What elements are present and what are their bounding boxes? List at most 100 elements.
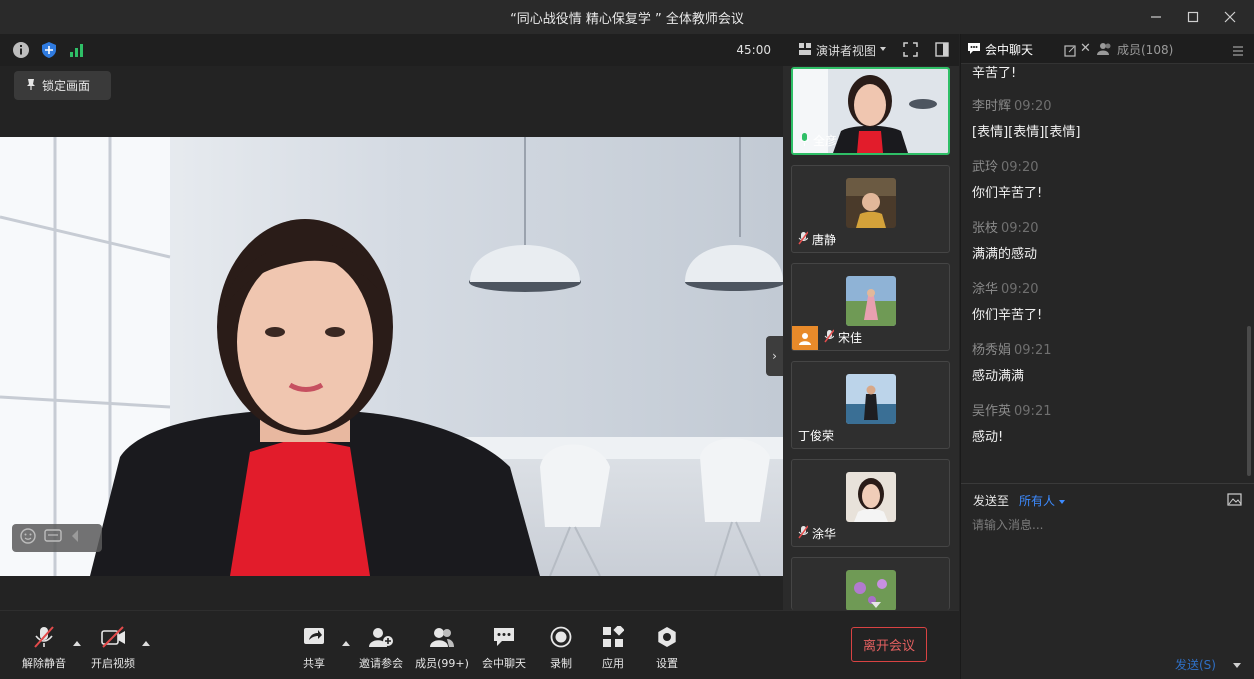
avatar [846,472,896,522]
fullscreen-icon[interactable] [903,42,918,60]
chat-message-author: 李时辉 09:20 [972,99,1052,114]
unmute-label: 解除静音 [22,657,66,670]
collapse-thumbnails-button[interactable]: › [766,336,783,376]
close-chat-icon[interactable]: ✕ [1080,41,1091,56]
chat-message-text: 你们辛苦了! [972,186,1043,201]
side-panel-icon[interactable] [935,42,949,60]
chat-compose: 发送至 所有人 请输入消息... [961,483,1254,679]
chat-bubble-icon [967,42,981,58]
chevron-down-icon[interactable] [880,47,886,51]
chat-message-text: 你们辛苦了! [972,308,1043,323]
leave-meeting-button[interactable]: 离开会议 [851,627,927,662]
emoji-icon[interactable] [20,528,36,548]
scroll-down-icon[interactable] [871,602,881,608]
lock-view-button[interactable]: 锁定画面 [14,71,111,100]
thumbnails-header: 演讲者视图 [783,34,959,66]
share-options-caret-icon[interactable] [342,641,350,646]
tab-members-label: 成员(108) [1117,43,1174,57]
tab-members[interactable]: 成员(108) [1097,41,1173,58]
view-mode-label[interactable]: 演讲者视图 [816,42,876,59]
meeting-window: “同心战役情 精心保复学 ” 全体教师会议 45:00 锁定画面 › 演讲者视图… [0,0,1254,679]
participant-name-row: 全彦 [799,132,837,149]
settings-button[interactable]: 设置 [637,625,697,675]
hide-bar-icon[interactable] [70,528,80,548]
share-screen-icon [302,625,326,649]
camera-off-icon [101,625,125,649]
start-video-button[interactable]: 开启视频 [83,625,143,675]
apps-button[interactable]: 应用 [583,625,643,675]
chat-message-author: 杨秀娟 09:21 [972,343,1052,358]
send-to-select[interactable]: 所有人 [1019,492,1065,509]
gallery-view-icon [799,43,811,58]
participant-tile[interactable]: 涂华 [791,459,950,547]
members-label: 成员(99+) [415,657,469,670]
minimize-icon[interactable] [1138,0,1174,34]
apps-icon [601,625,625,649]
chat-button[interactable]: 会中聊天 [474,625,534,675]
start-video-label: 开启视频 [91,657,135,670]
microphone-on-icon [799,132,810,149]
chat-message-author: 涂华 09:20 [972,282,1039,297]
signal-strength-icon[interactable] [68,41,86,59]
participant-name: 丁俊荣 [798,429,835,443]
bottom-toolbar: 解除静音 开启视频 共享 邀请参会 成员(99+) 会中聊天 录制 应用 设置 … [0,610,959,679]
unmute-button[interactable]: 解除静音 [14,625,74,675]
participant-thumbnails: 演讲者视图 全彦 唐静 宋佳 丁俊荣 涂华 [783,34,959,610]
microphone-muted-icon [32,625,56,649]
invite-label: 邀请参会 [359,657,403,670]
participant-name: 宋佳 [838,331,863,345]
info-icon[interactable] [12,41,30,59]
send-button[interactable]: 发送(S) [1175,656,1216,673]
chat-message-author: 张枝 09:20 [972,221,1039,236]
video-top-bar: 45:00 [0,34,783,66]
chat-tabs: 会中聊天 ✕ 成员(108) [961,34,1254,64]
chat-message-text: [表情][表情][表情] [972,125,1081,140]
reaction-bar [12,524,102,552]
microphone-muted-icon [798,231,809,248]
chat-message-text: 感动! [972,430,1004,445]
title-bar: “同心战役情 精心保复学 ” 全体教师会议 [0,0,1254,34]
send-to-label: 发送至 [973,494,1010,508]
speaker-video-image [0,137,783,576]
participant-name: 全彦 [813,134,838,148]
share-button[interactable]: 共享 [284,625,344,675]
participant-name-row: 唐静 [798,231,836,248]
send-options-icon[interactable] [1233,663,1241,668]
record-button[interactable]: 录制 [531,625,591,675]
tab-chat[interactable]: 会中聊天 [967,41,1033,58]
meeting-timer: 45:00 [736,43,771,57]
pop-out-icon[interactable] [1064,42,1076,61]
avatar [846,178,896,228]
menu-icon[interactable] [1233,42,1243,61]
image-icon[interactable] [1227,491,1242,510]
record-icon [549,625,573,649]
audio-options-caret-icon[interactable] [73,641,81,646]
participant-tile[interactable]: 全彦 [791,67,950,155]
record-label: 录制 [550,657,572,670]
maximize-icon[interactable] [1175,0,1211,34]
share-label: 共享 [303,657,325,670]
gear-icon [655,625,679,649]
video-options-caret-icon[interactable] [142,641,150,646]
participant-tile[interactable] [791,557,950,610]
participant-tile[interactable]: 宋佳 [791,263,950,351]
participant-tile[interactable]: 丁俊荣 [791,361,950,449]
security-shield-icon[interactable] [40,41,58,59]
microphone-muted-icon [798,525,809,542]
members-icon [1097,42,1113,58]
participant-tile[interactable]: 唐静 [791,165,950,253]
close-icon[interactable] [1212,0,1248,34]
invite-button[interactable]: 邀请参会 [351,625,411,675]
chat-panel: 会中聊天 ✕ 成员(108) 辛苦了! 李时辉 09:20 [表情][表情][表情… [960,34,1254,679]
chat-message-author: 武玲 09:20 [972,160,1039,175]
chat-label: 会中聊天 [482,657,526,670]
participant-name-row: 宋佳 [824,329,862,346]
apps-label: 应用 [602,657,624,670]
members-button[interactable]: 成员(99+) [412,625,472,675]
bullet-chat-icon[interactable] [44,528,62,548]
main-video-feed [0,137,783,576]
chat-scrollbar[interactable] [1247,326,1251,476]
chat-input[interactable]: 请输入消息... [972,516,1043,533]
host-badge-icon [792,326,818,350]
chat-message-text: 感动满满 [972,369,1025,384]
